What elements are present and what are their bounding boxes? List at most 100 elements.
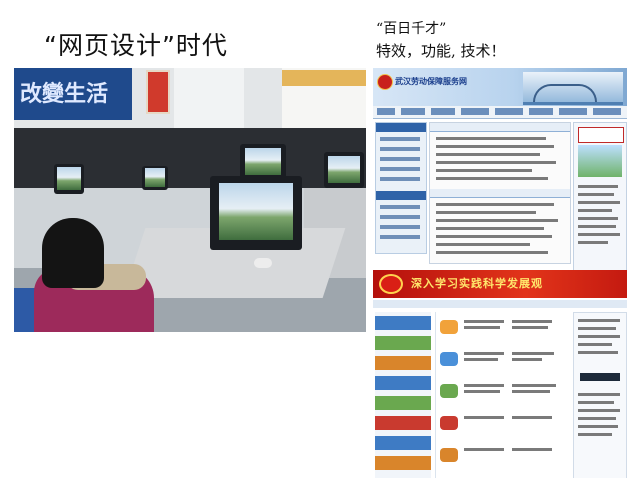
site-left-menu-item (380, 225, 420, 229)
service-icon (440, 448, 458, 462)
site-nav-item (529, 108, 553, 115)
service-icon (440, 352, 458, 366)
service-icon (440, 320, 458, 334)
site-news-header (430, 123, 570, 132)
site-notice-line (578, 343, 612, 346)
site-notice-line (578, 351, 618, 354)
site-left-menu-item (380, 137, 420, 141)
site-news-line (436, 235, 552, 238)
site-service-item (375, 416, 431, 430)
site-left-menu-item (380, 157, 420, 161)
site-photo-thumbnail (578, 145, 622, 177)
classroom-photo: 改變生活 (14, 68, 366, 332)
site-nav-item (431, 108, 455, 115)
site-news-line (436, 145, 554, 148)
site-right-line (578, 193, 614, 196)
photo-mouse (254, 258, 272, 268)
site-right-panel (573, 122, 627, 274)
site-nav-item (401, 108, 425, 115)
site-right-line (578, 241, 608, 244)
site-news-line (436, 243, 530, 246)
service-icon (440, 384, 458, 398)
photo-student-hair (42, 218, 104, 288)
site-nav-item (377, 108, 395, 115)
site-nav-item (593, 108, 621, 115)
site-news-line (436, 211, 536, 214)
site-service-item (375, 356, 431, 370)
site-search-bar (373, 300, 627, 308)
photo-red-poster (146, 70, 170, 114)
site-right-line (578, 201, 620, 204)
site-service-line (464, 326, 500, 329)
site-news-line (436, 137, 546, 140)
site-news-line (436, 153, 540, 156)
site-right-line (578, 185, 618, 188)
site-notice-line (578, 393, 620, 396)
site-service-line (512, 320, 552, 323)
site-service-line (512, 390, 550, 393)
site-news-line (436, 161, 556, 164)
site-nav-bar (373, 106, 627, 119)
website-screenshot: 武汉劳动保障服务网 深入学习实践科学发展观 (373, 68, 627, 478)
site-name: 武汉劳动保障服务网 (395, 76, 467, 86)
site-service-item (375, 336, 431, 350)
site-notice-line (578, 409, 620, 412)
site-news-line (436, 177, 548, 180)
site-news-header (430, 189, 570, 198)
site-service-line (464, 448, 504, 451)
service-icon (440, 416, 458, 430)
site-left-menu-item (380, 167, 420, 171)
site-notice-line (578, 433, 612, 436)
site-news-line (436, 203, 554, 206)
site-service-menu (375, 312, 431, 478)
site-service-item (375, 396, 431, 410)
photo-wall-banner: 改變生活 (14, 68, 132, 120)
photo-monitor (210, 176, 302, 250)
site-service-item (375, 456, 431, 470)
site-service-item (375, 376, 431, 390)
photo-monitor (142, 166, 168, 190)
site-left-menu-item (380, 177, 420, 181)
site-service-line (512, 416, 552, 419)
site-notice-line (578, 425, 618, 428)
site-notice-line (578, 335, 620, 338)
site-service-line (512, 448, 552, 451)
site-service-line (512, 358, 542, 361)
slide-title-left: “网页设计”时代 (44, 31, 228, 60)
site-news-line (436, 169, 532, 172)
site-visit-counter (580, 373, 620, 381)
site-service-line (464, 358, 498, 361)
photo-monitor (324, 152, 364, 188)
site-date-box (578, 127, 624, 143)
site-right-line (578, 225, 616, 228)
site-service-item (375, 316, 431, 330)
site-right-line (578, 217, 618, 220)
site-left-menu-item (380, 215, 420, 219)
slide-title-right-line2: 特效，功能, 技术！ (376, 42, 506, 60)
site-header-bridge (533, 84, 597, 102)
site-right-line (578, 209, 612, 212)
site-nav-item (559, 108, 587, 115)
site-service-line (512, 384, 556, 387)
site-service-item (375, 436, 431, 450)
site-news-line (436, 251, 548, 254)
site-notice-line (578, 327, 616, 330)
site-service-line (512, 352, 554, 355)
party-emblem-icon (379, 274, 403, 294)
site-news-line (436, 227, 544, 230)
site-news-panel (429, 122, 571, 264)
site-service-line (512, 326, 548, 329)
site-nav-item (495, 108, 523, 115)
photo-monitor (54, 164, 84, 194)
site-emblem-icon (377, 74, 393, 90)
site-nav-item (461, 108, 489, 115)
site-service-line (464, 390, 500, 393)
site-left-menu-item (380, 147, 420, 151)
site-left-menu-header (376, 123, 426, 132)
site-left-menu-item (380, 235, 420, 239)
site-right-line (578, 233, 620, 236)
photo-wall-sign (282, 70, 366, 86)
site-left-menu (375, 122, 427, 254)
site-news-line (436, 219, 558, 222)
site-service-line (464, 384, 504, 387)
